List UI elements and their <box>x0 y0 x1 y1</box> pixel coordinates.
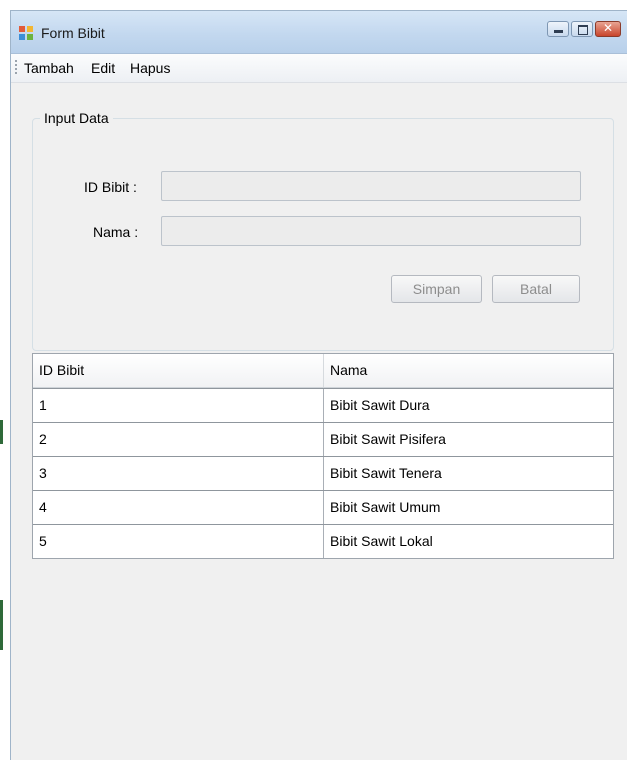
input-data-group-title: Input Data <box>40 110 113 126</box>
id-bibit-field[interactable] <box>161 171 581 201</box>
table-row[interactable]: 1 Bibit Sawit Dura <box>33 388 613 422</box>
column-header-id-bibit[interactable]: ID Bibit <box>33 354 324 387</box>
close-button[interactable]: ✕ <box>595 21 621 37</box>
form-window: Form Bibit ✕ Tambah Edit Hapus Input Dat… <box>10 10 627 760</box>
cell-id-bibit[interactable]: 1 <box>33 389 324 422</box>
cell-id-bibit[interactable]: 2 <box>33 423 324 456</box>
close-icon: ✕ <box>602 21 614 35</box>
nama-label: Nama : <box>93 224 139 240</box>
cell-nama[interactable]: Bibit Sawit Lokal <box>324 525 613 558</box>
table-row[interactable]: 5 Bibit Sawit Lokal <box>33 524 613 558</box>
cell-id-bibit[interactable]: 5 <box>33 525 324 558</box>
window-title: Form Bibit <box>41 25 105 41</box>
title-bar[interactable]: Form Bibit ✕ <box>11 11 627 54</box>
table-row[interactable]: 4 Bibit Sawit Umum <box>33 490 613 524</box>
minimize-button[interactable] <box>547 21 569 37</box>
table-row[interactable]: 3 Bibit Sawit Tenera <box>33 456 613 490</box>
cell-nama[interactable]: Bibit Sawit Tenera <box>324 457 613 490</box>
cell-id-bibit[interactable]: 4 <box>33 491 324 524</box>
table-row[interactable]: 2 Bibit Sawit Pisifera <box>33 422 613 456</box>
maximize-icon <box>578 25 588 35</box>
menu-edit[interactable]: Edit <box>91 60 115 76</box>
cell-nama[interactable]: Bibit Sawit Umum <box>324 491 613 524</box>
menu-hapus[interactable]: Hapus <box>130 60 170 76</box>
caption-buttons: ✕ <box>547 21 621 37</box>
maximize-button[interactable] <box>571 21 593 37</box>
toolstrip-grip-icon[interactable] <box>15 60 17 76</box>
menu-bar: Tambah Edit Hapus <box>11 54 627 83</box>
background-edge-mark <box>0 420 3 444</box>
column-header-nama[interactable]: Nama <box>324 354 613 387</box>
menu-tambah[interactable]: Tambah <box>24 60 74 76</box>
grid-header-row: ID Bibit Nama <box>33 354 613 388</box>
cell-nama[interactable]: Bibit Sawit Dura <box>324 389 613 422</box>
batal-button[interactable]: Batal <box>492 275 580 303</box>
form-app-icon <box>19 26 33 40</box>
cell-id-bibit[interactable]: 3 <box>33 457 324 490</box>
cell-nama[interactable]: Bibit Sawit Pisifera <box>324 423 613 456</box>
minimize-icon <box>554 30 563 33</box>
bibit-data-grid[interactable]: ID Bibit Nama 1 Bibit Sawit Dura 2 Bibit… <box>32 353 614 559</box>
simpan-button[interactable]: Simpan <box>391 275 482 303</box>
nama-field[interactable] <box>161 216 581 246</box>
background-edge-mark <box>0 600 3 650</box>
id-bibit-label: ID Bibit : <box>84 179 137 195</box>
